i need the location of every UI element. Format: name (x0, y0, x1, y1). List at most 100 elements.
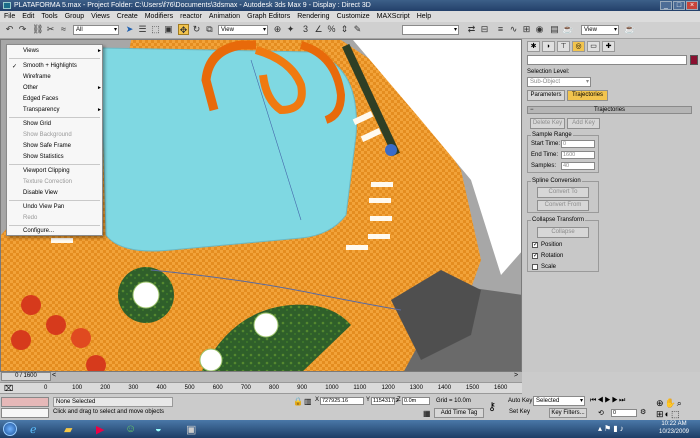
internet-explorer-icon[interactable]: ℯ (30, 423, 37, 436)
menu-views[interactable]: Views (91, 13, 110, 20)
render-type-dropdown[interactable]: View (581, 25, 619, 35)
reference-coordinate-dropdown[interactable]: View (218, 25, 268, 35)
motion-tab-icon[interactable]: ◎ (572, 41, 585, 52)
menu-customize[interactable]: Customize (337, 13, 370, 20)
menu-item-wireframe[interactable]: Wireframe (23, 74, 51, 80)
region-select-icon[interactable]: ⬚ (150, 24, 161, 35)
y-coordinate-field[interactable]: 1154317.2 (371, 397, 399, 405)
track-bar-icon[interactable]: ⌧ (4, 384, 13, 393)
menu-group[interactable]: Group (65, 13, 84, 20)
trajectories-rollout-header[interactable]: − Trajectories (527, 106, 692, 114)
object-name-field[interactable] (527, 55, 687, 65)
slider-next-icon[interactable]: > (514, 372, 518, 379)
curve-editor-icon[interactable]: ∿ (508, 24, 519, 35)
menu-modifiers[interactable]: Modifiers (145, 13, 173, 20)
menu-file[interactable]: File (4, 13, 15, 20)
menu-item-smooth-highlights[interactable]: Smooth + Highlights (23, 63, 77, 69)
link-icon[interactable]: ⛓ (32, 24, 43, 35)
lock-selection-icon[interactable]: 🔒 (293, 397, 303, 406)
menu-graph-editors[interactable]: Graph Editors (247, 13, 290, 20)
menu-item-undo-view-pan[interactable]: Undo View Pan (23, 204, 64, 210)
start-time-field[interactable]: 0 (561, 140, 595, 148)
menu-item-disable-view[interactable]: Disable View (23, 190, 58, 196)
time-slider-thumb[interactable]: 0 / 1600 (1, 372, 51, 381)
selection-filter-dropdown[interactable]: All (73, 25, 119, 35)
menu-help[interactable]: Help (417, 13, 431, 20)
display-tab-icon[interactable]: ▭ (587, 41, 600, 52)
bind-space-warp-icon[interactable]: ≈ (58, 24, 69, 35)
key-filters-button[interactable]: Key Filters... (549, 408, 587, 418)
samples-field[interactable]: 40 (561, 162, 595, 170)
track-bar[interactable]: ⌧ 0 100 200 300 400 500 600 700 800 900 1000 1100 12… (0, 382, 522, 394)
system-tray-icons[interactable]: ▴⚑▮♪ (598, 424, 626, 433)
menu-edit[interactable]: Edit (22, 13, 34, 20)
viewport-navigation-icons-2[interactable]: ⊞◐⬚ (656, 409, 680, 420)
messenger-icon[interactable]: ☺ (125, 423, 136, 435)
menu-item-other[interactable]: Other (23, 85, 102, 91)
playback-controls-icon[interactable]: ⏮◀▶▶⏭ (590, 397, 626, 405)
schematic-view-icon[interactable]: ⊞ (521, 24, 532, 35)
maxscript-input-mini[interactable] (1, 408, 49, 418)
angle-snap-icon[interactable]: ∠ (313, 24, 324, 35)
x-coordinate-field[interactable]: 727925.16 (320, 397, 364, 405)
utilities-tab-icon[interactable]: ✚ (602, 41, 615, 52)
menu-animation[interactable]: Animation (209, 13, 240, 20)
pivot-center-icon[interactable]: ⊕ (272, 24, 283, 35)
rotation-checkbox[interactable]: ✓ (532, 253, 538, 259)
menu-tools[interactable]: Tools (41, 13, 57, 20)
current-frame-field[interactable]: 0 (611, 409, 637, 417)
material-editor-icon[interactable]: ◉ (534, 24, 545, 35)
key-selection-dropdown[interactable]: Selected (533, 396, 585, 406)
quick-render-icon[interactable]: ☕ (562, 24, 573, 35)
menu-create[interactable]: Create (117, 13, 138, 20)
slider-prev-icon[interactable]: < (52, 372, 56, 379)
explorer-window-icon[interactable]: ▣ (186, 423, 196, 436)
manipulate-icon[interactable]: ✦ (285, 24, 296, 35)
auto-key-button[interactable]: Auto Key (508, 398, 532, 404)
object-color-swatch[interactable] (690, 55, 698, 65)
select-by-name-icon[interactable]: ☰ (137, 24, 148, 35)
menu-maxscript[interactable]: MAXScript (377, 13, 410, 20)
create-tab-icon[interactable]: ✱ (527, 41, 540, 52)
sub-object-dropdown[interactable]: Sub-Object (527, 77, 591, 87)
key-mode-toggle-icon[interactable]: ⟲ (598, 409, 604, 417)
z-coordinate-field[interactable]: 0.0m (402, 397, 430, 405)
undo-icon[interactable]: ↶ (4, 24, 15, 35)
menu-item-transparency[interactable]: Transparency (23, 107, 103, 113)
trajectories-button[interactable]: Trajectories (567, 90, 608, 101)
minimize-button[interactable]: _ (660, 1, 672, 10)
folder-icon[interactable]: ▰ (64, 423, 72, 436)
position-checkbox[interactable]: ✓ (532, 242, 538, 248)
snap-toggle-icon[interactable]: 3 (300, 24, 311, 35)
spinner-snap-icon[interactable]: ⇕ (339, 24, 350, 35)
set-key-button[interactable]: Set Key (509, 409, 530, 415)
mirror-icon[interactable]: ⇄ (466, 24, 477, 35)
menu-item-views[interactable]: Views (23, 48, 101, 54)
modify-tab-icon[interactable]: ◗ (542, 41, 555, 52)
quick-render-teapot-icon[interactable]: ☕ (624, 24, 635, 35)
window-crossing-icon[interactable]: ▣ (163, 24, 174, 35)
render-scene-icon[interactable]: ▤ (549, 24, 560, 35)
maxscript-listener-mini[interactable] (1, 397, 49, 407)
menu-rendering[interactable]: Rendering (297, 13, 329, 20)
time-configuration-icon[interactable]: ⚙ (640, 408, 646, 416)
percent-snap-icon[interactable]: % (326, 24, 337, 35)
close-button[interactable]: × (686, 1, 698, 10)
perspective-viewport[interactable]: Views ✓ Smooth + Highlights Wireframe Ot… (0, 39, 522, 372)
align-icon[interactable]: ⊟ (479, 24, 490, 35)
parameters-button[interactable]: Parameters (527, 90, 565, 101)
time-slider-track[interactable]: 0 / 1600 < > (0, 372, 522, 382)
redo-icon[interactable]: ↷ (17, 24, 28, 35)
named-selection-icon[interactable]: ✎ (352, 24, 363, 35)
add-time-tag-button[interactable]: Add Time Tag (434, 408, 484, 418)
layer-manager-icon[interactable]: ≡ (495, 24, 506, 35)
menu-item-viewport-clipping[interactable]: Viewport Clipping (23, 168, 70, 174)
media-player-icon[interactable]: ▶ (96, 423, 104, 436)
start-button[interactable] (3, 422, 17, 436)
viewport-navigation-icons[interactable]: ⊕✋⌕ (656, 398, 683, 409)
end-time-field[interactable]: 1600 (561, 151, 595, 159)
select-and-scale-icon[interactable]: ⧉ (204, 24, 215, 35)
hierarchy-tab-icon[interactable]: ⊤ (557, 41, 570, 52)
unlink-icon[interactable]: ✂ (45, 24, 56, 35)
menu-item-show-safe-frame[interactable]: Show Safe Frame (23, 143, 71, 149)
